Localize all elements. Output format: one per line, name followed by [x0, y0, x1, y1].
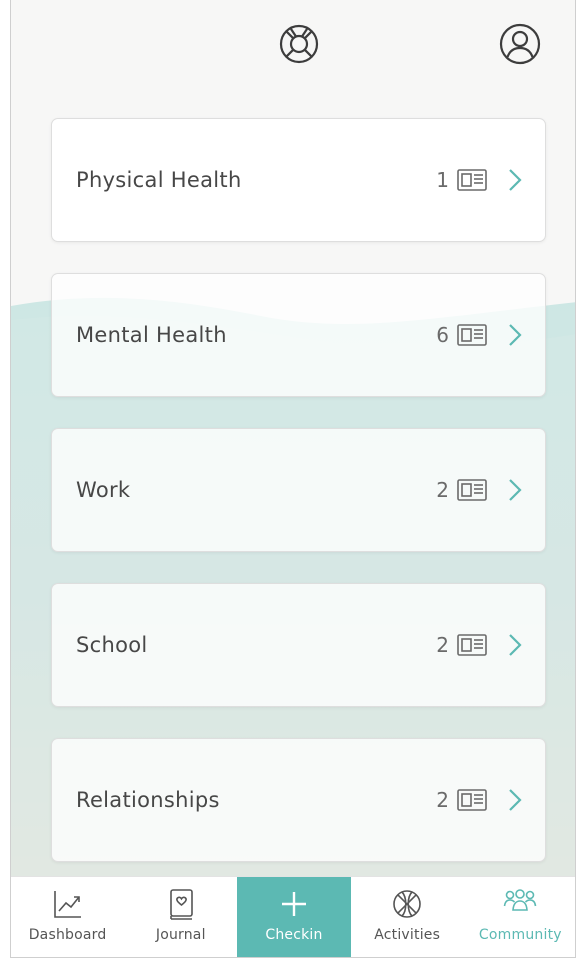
article-icon [457, 479, 487, 501]
chevron-right-icon [509, 789, 522, 811]
category-title: Physical Health [76, 168, 242, 192]
chevron-right-icon [509, 479, 522, 501]
article-icon [457, 789, 487, 811]
category-card-school[interactable]: School 2 [51, 583, 546, 707]
category-title: Work [76, 478, 131, 502]
nav-checkin[interactable]: Checkin [237, 877, 351, 957]
nav-label: Community [478, 927, 562, 943]
category-card-physical-health[interactable]: Physical Health 1 [51, 118, 546, 242]
chevron-right-icon [509, 634, 522, 656]
nav-dashboard[interactable]: Dashboard [11, 877, 124, 957]
category-card-work[interactable]: Work 2 [51, 428, 546, 552]
nav-label: Checkin [265, 927, 323, 943]
nav-label: Dashboard [28, 927, 107, 943]
article-icon [457, 634, 487, 656]
trend-chart-icon [53, 891, 81, 918]
top-bar [11, 0, 575, 90]
chevron-right-icon [509, 169, 522, 191]
article-icon [457, 169, 487, 191]
category-count: 2 [436, 478, 449, 502]
app-screen: Physical Health 1 Mental Health 6 Work 2 [10, 0, 576, 958]
lifebuoy-icon[interactable] [277, 22, 321, 66]
basketball-icon [393, 890, 421, 918]
category-count: 2 [436, 788, 449, 812]
nav-activities[interactable]: Activities [351, 877, 464, 957]
nav-label: Activities [374, 927, 441, 943]
people-group-icon [504, 889, 537, 911]
category-card-relationships[interactable]: Relationships 2 [51, 738, 546, 862]
category-count: 6 [436, 323, 449, 347]
nav-label: Journal [155, 927, 206, 943]
nav-community[interactable]: Community [464, 877, 575, 957]
category-count: 2 [436, 633, 449, 657]
category-title: Mental Health [76, 323, 227, 347]
article-icon [457, 324, 487, 346]
chevron-right-icon [509, 324, 522, 346]
user-profile-icon[interactable] [498, 22, 542, 66]
category-title: School [76, 633, 148, 657]
category-title: Relationships [76, 788, 220, 812]
category-card-mental-health[interactable]: Mental Health 6 [51, 273, 546, 397]
plus-icon [281, 892, 306, 916]
journal-heart-icon [169, 889, 193, 920]
category-count: 1 [436, 168, 449, 192]
bottom-nav: Dashboard Journal Checkin Activities Com… [11, 876, 575, 957]
nav-journal[interactable]: Journal [124, 877, 237, 957]
